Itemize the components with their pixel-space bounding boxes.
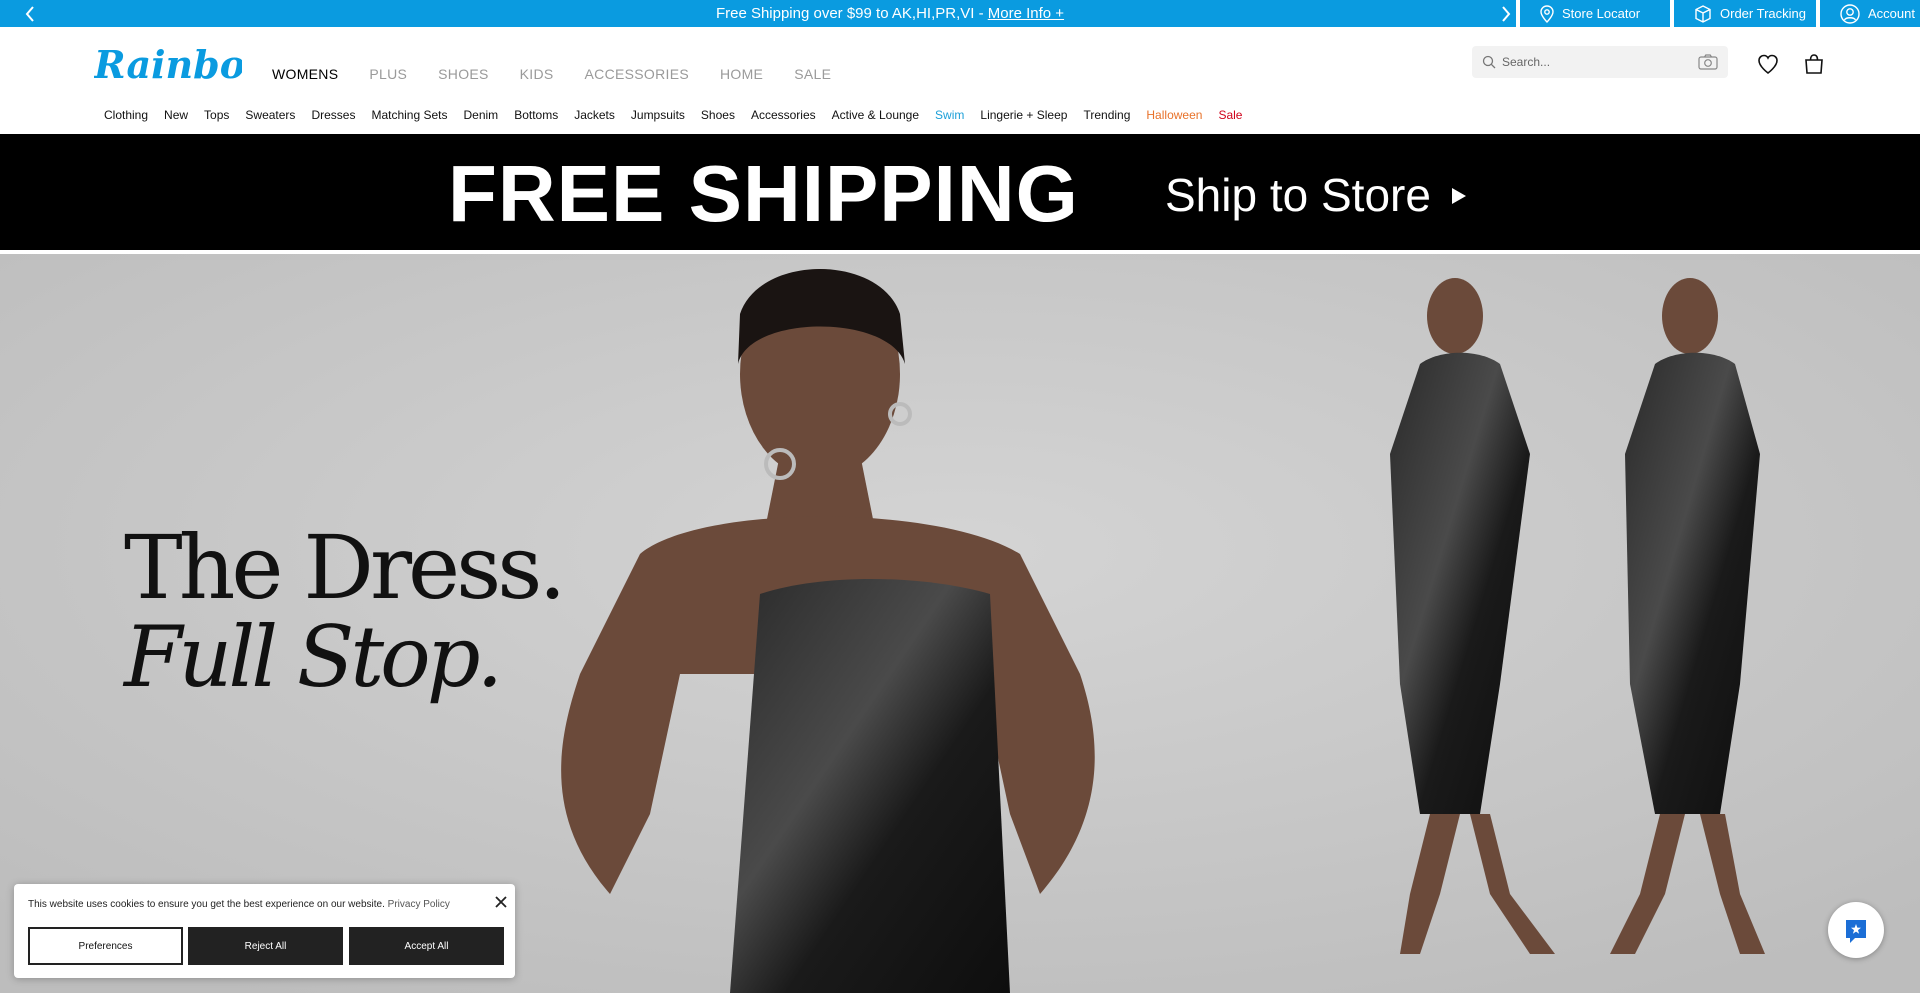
subnav-swim[interactable]: Swim <box>935 108 964 122</box>
store-locator-label: Store Locator <box>1562 6 1641 21</box>
store-locator-link[interactable]: Store Locator <box>1516 0 1670 27</box>
subnav-denim[interactable]: Denim <box>464 108 499 122</box>
chat-widget-button[interactable] <box>1828 902 1884 958</box>
chevron-right-icon <box>1502 5 1511 22</box>
close-icon[interactable] <box>494 895 508 909</box>
cookie-message-text: This website uses cookies to ensure you … <box>28 899 385 910</box>
nav-womens[interactable]: WOMENS <box>272 66 338 82</box>
promo-bar: Free Shipping over $99 to AK,HI,PR,VI - … <box>0 0 1920 27</box>
shopping-bag-icon[interactable] <box>1802 52 1826 76</box>
cookie-consent-banner: This website uses cookies to ensure you … <box>14 884 515 978</box>
subnav-jumpsuits[interactable]: Jumpsuits <box>631 108 685 122</box>
nav-accessories[interactable]: ACCESSORIES <box>585 66 689 82</box>
nav-sale[interactable]: SALE <box>794 66 831 82</box>
nav-shoes[interactable]: SHOES <box>438 66 489 82</box>
location-pin-icon <box>1540 4 1554 23</box>
subnav-jackets[interactable]: Jackets <box>574 108 615 122</box>
category-nav: Clothing New Tops Sweaters Dresses Match… <box>104 108 1258 122</box>
subnav-sale[interactable]: Sale <box>1218 108 1242 122</box>
subnav-sweaters[interactable]: Sweaters <box>245 108 295 122</box>
cookie-accept-all-button[interactable]: Accept All <box>349 927 504 965</box>
account-label: Account <box>1868 6 1915 21</box>
subnav-bottoms[interactable]: Bottoms <box>514 108 558 122</box>
free-shipping-headline: FREE SHIPPING <box>448 149 1079 238</box>
nav-plus[interactable]: PLUS <box>369 66 407 82</box>
hero-headline-line2: Full Stop. <box>124 608 503 706</box>
subnav-clothing[interactable]: Clothing <box>104 108 148 122</box>
order-tracking-link[interactable]: Order Tracking <box>1670 0 1816 27</box>
subnav-tops[interactable]: Tops <box>204 108 229 122</box>
chat-icon <box>1846 920 1866 943</box>
logo-wordmark: Rainbow <box>94 44 242 86</box>
free-shipping-banner[interactable]: FREE SHIPPING Ship to Store <box>0 134 1920 250</box>
nav-kids[interactable]: KIDS <box>520 66 554 82</box>
subnav-halloween[interactable]: Halloween <box>1146 108 1202 122</box>
cookie-reject-all-button[interactable]: Reject All <box>188 927 343 965</box>
ship-to-store-text: Ship to Store <box>1165 169 1431 221</box>
heart-icon[interactable] <box>1756 52 1780 76</box>
camera-icon[interactable] <box>1698 54 1718 70</box>
account-link[interactable]: Account <box>1816 0 1920 27</box>
search-icon <box>1482 55 1496 69</box>
user-icon <box>1840 3 1860 24</box>
order-tracking-label: Order Tracking <box>1720 6 1806 21</box>
hero-headline-line1: The Dress. <box>124 516 566 619</box>
subnav-dresses[interactable]: Dresses <box>311 108 355 122</box>
subnav-matching-sets[interactable]: Matching Sets <box>371 108 447 122</box>
cookie-preferences-button[interactable]: Preferences <box>28 927 183 965</box>
promo-more-info-link[interactable]: More Info + <box>988 5 1064 22</box>
play-arrow-icon <box>1452 188 1466 204</box>
search-input[interactable] <box>1502 55 1692 69</box>
subnav-new[interactable]: New <box>164 108 188 122</box>
subnav-shoes[interactable]: Shoes <box>701 108 735 122</box>
subnav-active-lounge[interactable]: Active & Lounge <box>832 108 919 122</box>
subnav-trending[interactable]: Trending <box>1083 108 1130 122</box>
main-nav: WOMENS PLUS SHOES KIDS ACCESSORIES HOME … <box>272 66 862 82</box>
hero-banner[interactable]: The Dress. Full Stop. <box>0 254 1920 993</box>
search-box <box>1472 46 1728 78</box>
promo-text: Free Shipping over $99 to AK,HI,PR,VI - <box>715 5 988 22</box>
subnav-lingerie-sleep[interactable]: Lingerie + Sleep <box>980 108 1067 122</box>
privacy-policy-link[interactable]: Privacy Policy <box>388 899 450 910</box>
subnav-accessories[interactable]: Accessories <box>751 108 816 122</box>
box-icon <box>1695 4 1711 23</box>
rainbow-logo[interactable]: Rainbow <box>93 42 279 87</box>
cookie-message: This website uses cookies to ensure you … <box>28 899 450 910</box>
nav-home[interactable]: HOME <box>720 66 763 82</box>
